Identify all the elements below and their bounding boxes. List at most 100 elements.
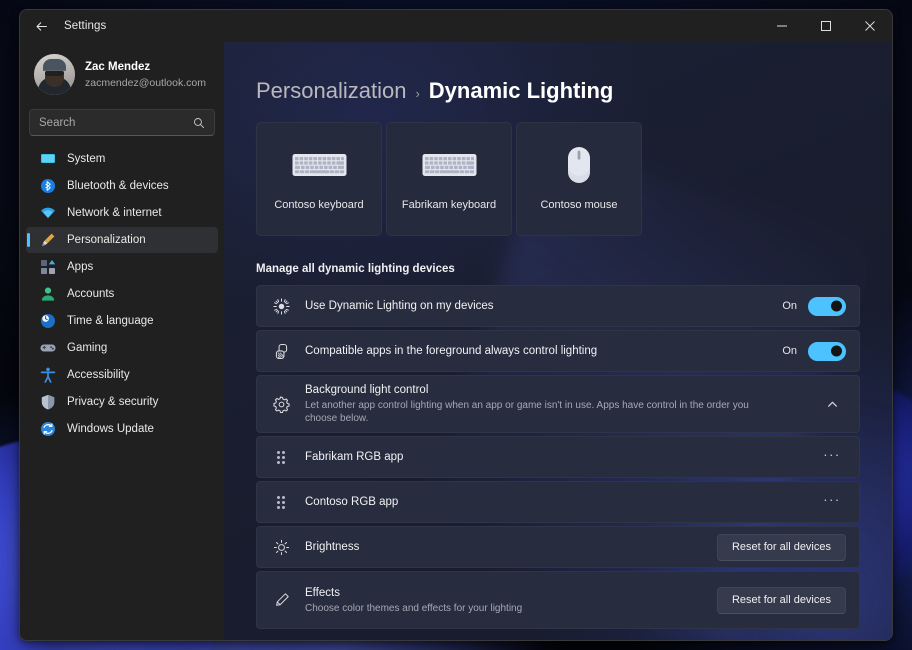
sidebar-item-label: Network & internet: [67, 207, 162, 219]
sidebar-item-network-internet[interactable]: Network & internet: [26, 200, 218, 226]
sidebar: Zac Mendez zacmendez@outlook.com: [20, 42, 224, 640]
sidebar-item-windows-update[interactable]: Windows Update: [26, 416, 218, 442]
drag-handle-icon[interactable]: [271, 496, 291, 509]
back-button[interactable]: [26, 12, 56, 40]
sun-icon: [271, 539, 291, 556]
apps-icon: [39, 259, 56, 276]
minimize-icon: [777, 21, 787, 31]
toggle-use-dynamic-lighting[interactable]: [808, 297, 846, 316]
row-foreground-apps-control[interactable]: Compatible apps in the foreground always…: [256, 330, 860, 372]
content-scroll-area[interactable]: Personalization › Dynamic Lighting: [224, 42, 892, 640]
breadcrumb-parent[interactable]: Personalization: [256, 78, 406, 104]
update-icon: [39, 421, 56, 438]
ellipsis-icon[interactable]: ···: [818, 445, 846, 469]
display-icon: [39, 151, 56, 168]
sidebar-item-label: Personalization: [67, 234, 146, 246]
sidebar-item-accessibility[interactable]: Accessibility: [26, 362, 218, 388]
row-app-fabrikam-rgb-app[interactable]: Fabrikam RGB app ···: [256, 436, 860, 478]
close-icon: [865, 21, 875, 31]
row-text: Contoso RGB app: [305, 495, 804, 510]
row-text: Background light control Let another app…: [305, 383, 804, 425]
row-controls: On: [782, 342, 846, 361]
account-profile[interactable]: Zac Mendez zacmendez@outlook.com: [25, 46, 219, 103]
toggle-state-label: On: [782, 300, 797, 312]
reset-brightness-button[interactable]: Reset for all devices: [717, 534, 846, 561]
sidebar-item-bluetooth-devices[interactable]: Bluetooth & devices: [26, 173, 218, 199]
device-card-contoso-mouse[interactable]: Contoso mouse: [516, 122, 642, 236]
row-controls: On: [782, 297, 846, 316]
sidebar-item-label: Time & language: [67, 315, 154, 327]
sidebar-item-apps[interactable]: Apps: [26, 254, 218, 280]
close-button[interactable]: [848, 10, 892, 42]
row-text: Use Dynamic Lighting on my devices: [305, 299, 768, 314]
search-icon: [193, 117, 205, 129]
keyboard-icon: [292, 145, 347, 185]
reset-effects-button[interactable]: Reset for all devices: [717, 587, 846, 614]
sidebar-item-label: Accessibility: [67, 369, 130, 381]
sidebar-item-label: System: [67, 153, 105, 165]
keyboard-icon: [422, 145, 477, 185]
toggle-foreground-apps-control[interactable]: [808, 342, 846, 361]
row-effects[interactable]: Effects Choose color themes and effects …: [256, 571, 860, 629]
row-background-light-control[interactable]: Background light control Let another app…: [256, 375, 860, 433]
row-text: Fabrikam RGB app: [305, 450, 804, 465]
sidebar-item-gaming[interactable]: Gaming: [26, 335, 218, 361]
row-title: Use Dynamic Lighting on my devices: [305, 299, 768, 314]
main-content: Personalization › Dynamic Lighting: [224, 42, 892, 640]
sidebar-item-system[interactable]: System: [26, 146, 218, 172]
settings-window: Settings: [19, 9, 893, 641]
sidebar-item-time-language[interactable]: Time & language: [26, 308, 218, 334]
maximize-icon: [821, 21, 831, 31]
row-title: Contoso RGB app: [305, 495, 804, 510]
sidebar-item-accounts[interactable]: Accounts: [26, 281, 218, 307]
row-controls: ···: [818, 445, 846, 469]
overlapping-apps-icon: [271, 343, 291, 360]
sidebar-item-label: Apps: [67, 261, 93, 273]
row-controls: ···: [818, 490, 846, 514]
device-card-contoso-keyboard[interactable]: Contoso keyboard: [256, 122, 382, 236]
window-controls: [760, 10, 892, 42]
search-input[interactable]: [39, 117, 193, 129]
ellipsis-icon[interactable]: ···: [818, 490, 846, 514]
sidebar-item-label: Accounts: [67, 288, 114, 300]
avatar: [34, 54, 75, 95]
breadcrumb: Personalization › Dynamic Lighting: [256, 42, 860, 122]
expand-collapse-button[interactable]: [818, 391, 846, 417]
pen-icon: [271, 592, 291, 609]
window-title: Settings: [64, 20, 106, 32]
row-brightness[interactable]: Brightness Reset for all devices: [256, 526, 860, 568]
gear-icon: [271, 396, 291, 413]
wifi-icon: [39, 205, 56, 222]
window-body: Zac Mendez zacmendez@outlook.com: [20, 42, 892, 640]
drag-handle-icon[interactable]: [271, 451, 291, 464]
row-subtitle: Choose color themes and effects for your…: [305, 602, 703, 615]
account-name: Zac Mendez: [85, 60, 206, 75]
row-use-dynamic-lighting[interactable]: Use Dynamic Lighting on my devices On: [256, 285, 860, 327]
sidebar-item-label: Gaming: [67, 342, 107, 354]
row-title: Fabrikam RGB app: [305, 450, 804, 465]
minimize-button[interactable]: [760, 10, 804, 42]
row-title: Effects: [305, 586, 703, 601]
shield-icon: [39, 394, 56, 411]
toggle-state-label: On: [782, 345, 797, 357]
device-card-label: Fabrikam keyboard: [402, 199, 496, 211]
sidebar-item-personalization[interactable]: Personalization: [26, 227, 218, 253]
back-arrow-icon: [35, 20, 48, 33]
brightness-burst-icon: [271, 298, 291, 315]
maximize-button[interactable]: [804, 10, 848, 42]
row-text: Compatible apps in the foreground always…: [305, 344, 768, 359]
settings-rows: Use Dynamic Lighting on my devices On: [256, 285, 860, 629]
row-controls: Reset for all devices: [717, 587, 846, 614]
desktop: Settings: [0, 0, 912, 650]
device-card-fabrikam-keyboard[interactable]: Fabrikam keyboard: [386, 122, 512, 236]
sidebar-item-privacy-security[interactable]: Privacy & security: [26, 389, 218, 415]
row-text: Effects Choose color themes and effects …: [305, 586, 703, 615]
section-title: Manage all dynamic lighting devices: [256, 263, 860, 275]
search-box[interactable]: [29, 109, 215, 136]
breadcrumb-separator-icon: ›: [415, 86, 419, 101]
sidebar-item-label: Privacy & security: [67, 396, 158, 408]
row-app-contoso-rgb-app[interactable]: Contoso RGB app ···: [256, 481, 860, 523]
device-card-list: Contoso keyboard: [256, 122, 860, 236]
account-email: zacmendez@outlook.com: [85, 76, 206, 90]
sidebar-item-label: Bluetooth & devices: [67, 180, 169, 192]
